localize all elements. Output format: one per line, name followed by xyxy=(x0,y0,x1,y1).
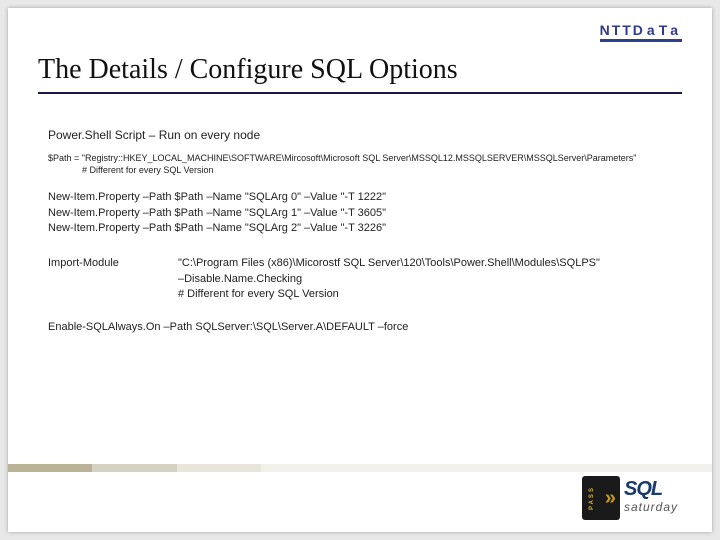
footer-seg-3 xyxy=(177,464,261,472)
enable-line: Enable-SQLAlways.On –Path SQLServer:\SQL… xyxy=(48,321,682,333)
script-label: Power.Shell Script – Run on every node xyxy=(48,128,682,142)
ntt-data-logo: NTTDaTa xyxy=(600,22,682,42)
import-module-line1: "C:\Program Files (x86)\Micorostf SQL Se… xyxy=(178,256,682,271)
data-text: DaTa xyxy=(633,22,682,38)
ntt-text: NTT xyxy=(600,22,633,38)
import-module-line2: –Disable.Name.Checking xyxy=(178,272,682,287)
import-module-row: Import-Module "C:\Program Files (x86)\Mi… xyxy=(48,256,682,302)
saturday-text: saturday xyxy=(624,500,678,514)
content-area: Power.Shell Script – Run on every node $… xyxy=(48,128,682,333)
chevron-icon: » xyxy=(605,492,616,504)
logo-underline xyxy=(600,39,682,42)
path-note: # Different for every SQL Version xyxy=(48,164,682,176)
footer-seg-1 xyxy=(8,464,92,472)
footer-accent-bar xyxy=(8,464,712,472)
footer-seg-4 xyxy=(261,464,712,472)
newprop-2: New-Item.Property –Path $Path –Name "SQL… xyxy=(48,221,682,236)
slide: NTTDaTa The Details / Configure SQL Opti… xyxy=(8,8,712,532)
newprop-0: New-Item.Property –Path $Path –Name "SQL… xyxy=(48,190,682,205)
import-module-label: Import-Module xyxy=(48,256,178,302)
footer-seg-2 xyxy=(92,464,176,472)
pass-text: PASS xyxy=(589,486,595,510)
sql-text: SQL xyxy=(624,478,662,501)
import-module-line3: # Different for every SQL Version xyxy=(178,287,682,302)
page-title: The Details / Configure SQL Options xyxy=(38,54,682,94)
new-item-block: New-Item.Property –Path $Path –Name "SQL… xyxy=(48,190,682,236)
path-line: $Path = "Registry::HKEY_LOCAL_MACHINE\SO… xyxy=(48,152,682,164)
sql-saturday-logo: PASS » SQL saturday xyxy=(582,476,690,524)
import-module-body: "C:\Program Files (x86)\Micorostf SQL Se… xyxy=(178,256,682,302)
pass-badge: PASS » xyxy=(582,476,620,520)
newprop-1: New-Item.Property –Path $Path –Name "SQL… xyxy=(48,206,682,221)
